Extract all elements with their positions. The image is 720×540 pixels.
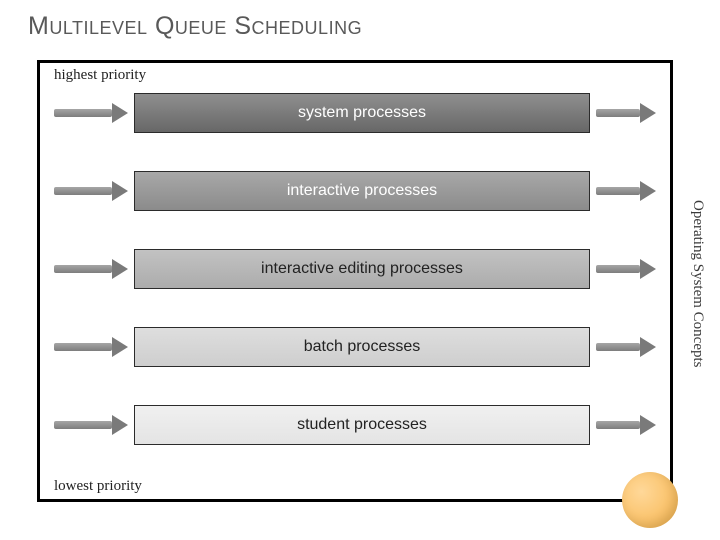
queue-box-interactive: interactive processes (134, 171, 590, 211)
page-title: Multilevel Queue Scheduling (28, 12, 362, 41)
arrow-out-icon (596, 337, 656, 357)
priority-low-label: lowest priority (54, 478, 142, 495)
queue-row: system processes (54, 93, 656, 133)
arrow-out-icon (596, 415, 656, 435)
arrow-in-icon (54, 103, 128, 123)
queue-box-student: student processes (134, 405, 590, 445)
arrow-out-icon (596, 181, 656, 201)
queue-box-batch: batch processes (134, 327, 590, 367)
arrow-in-icon (54, 337, 128, 357)
side-caption: Operating System Concepts (689, 200, 706, 367)
arrow-out-icon (596, 103, 656, 123)
queue-box-system: system processes (134, 93, 590, 133)
queue-row: interactive editing processes (54, 249, 656, 289)
queue-row: interactive processes (54, 171, 656, 211)
queue-row: student processes (54, 405, 656, 445)
accent-circle-icon (622, 472, 678, 528)
queue-row: batch processes (54, 327, 656, 367)
queue-box-interactive-editing: interactive editing processes (134, 249, 590, 289)
arrow-in-icon (54, 415, 128, 435)
arrow-out-icon (596, 259, 656, 279)
queue-list: system processes interactive processes i… (40, 93, 670, 445)
diagram-frame: highest priority lowest priority system … (37, 60, 673, 502)
arrow-in-icon (54, 181, 128, 201)
arrow-in-icon (54, 259, 128, 279)
priority-high-label: highest priority (54, 67, 146, 84)
